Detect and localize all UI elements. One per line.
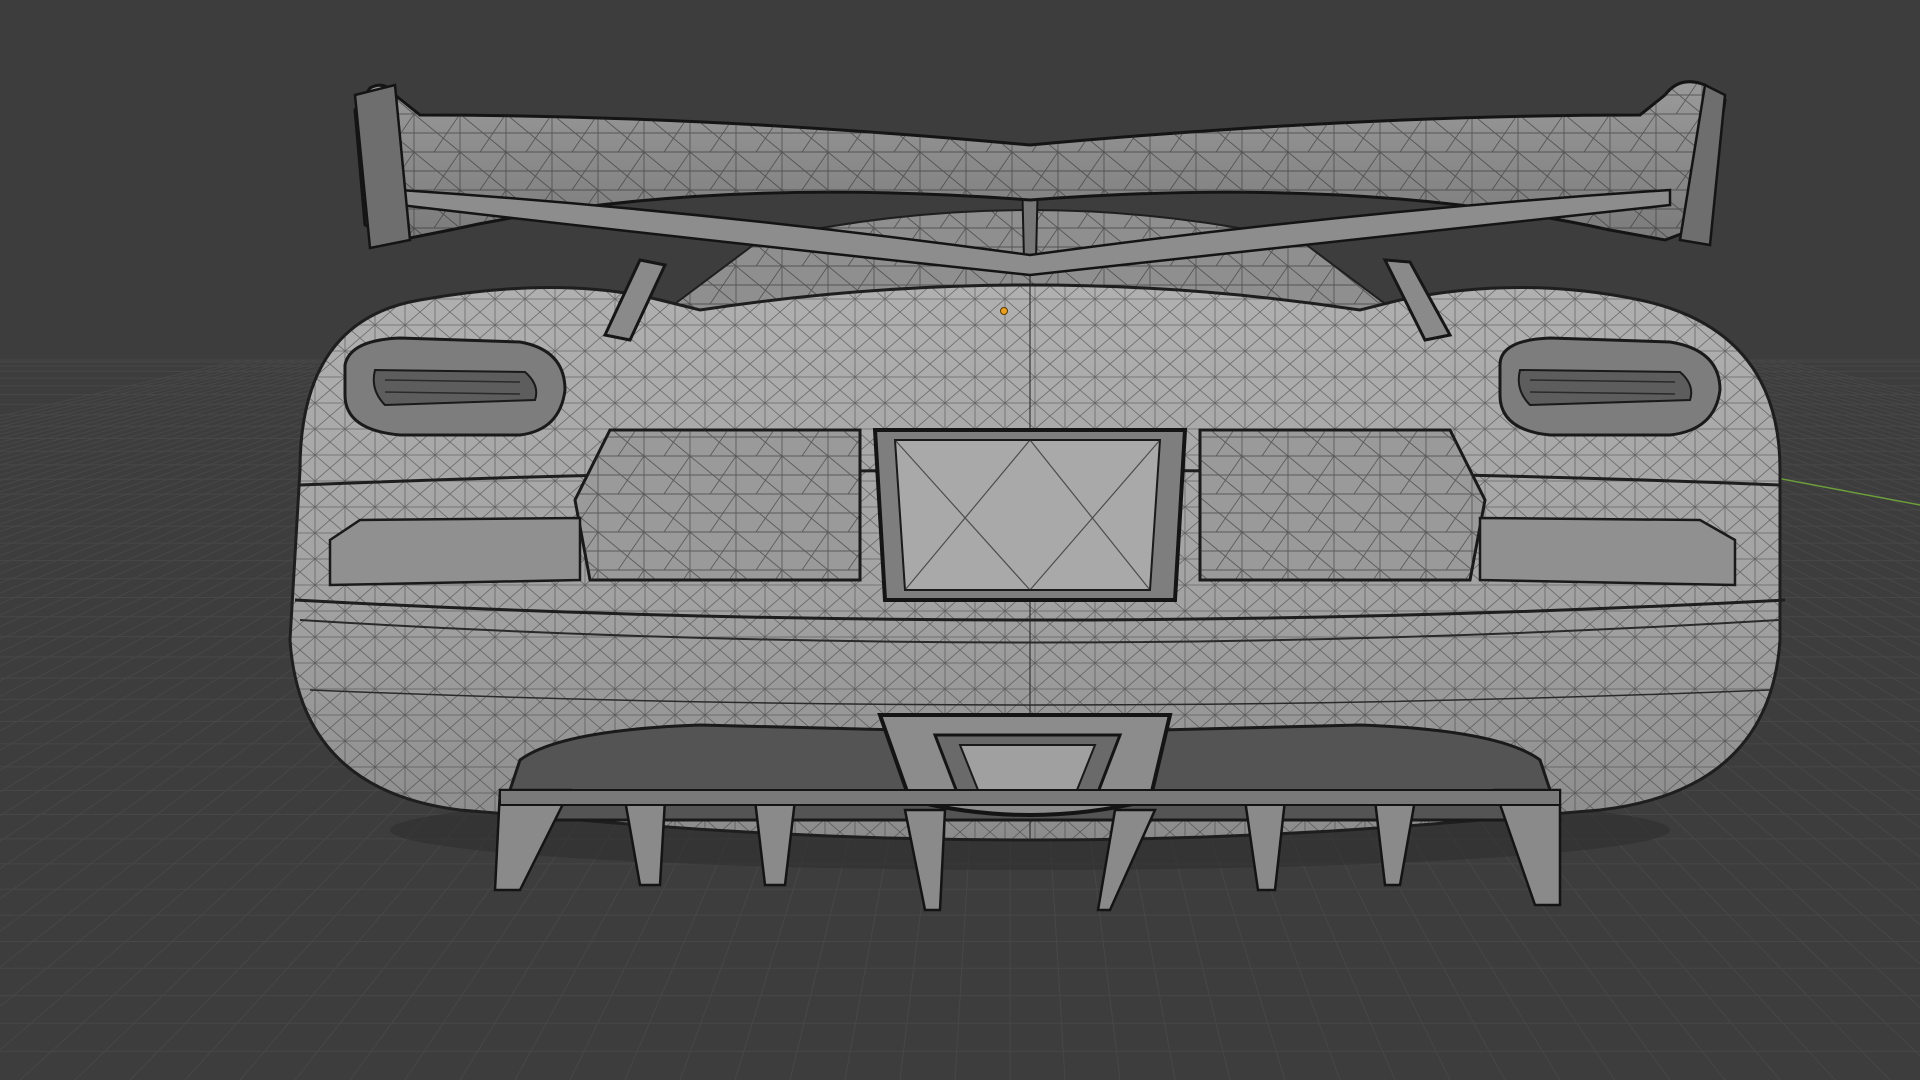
3d-viewport[interactable] xyxy=(0,0,1920,1080)
grid-line xyxy=(1757,359,1920,400)
origin-dot-icon[interactable] xyxy=(1000,307,1008,315)
viewport-canvas[interactable] xyxy=(0,0,1920,1080)
grid-line xyxy=(0,359,307,439)
tail-light-right xyxy=(1498,336,1722,437)
grid-line xyxy=(1768,359,1920,397)
grid-line xyxy=(0,359,252,421)
license-plate-recess xyxy=(872,428,1188,602)
car-rear-mesh[interactable] xyxy=(288,80,1786,912)
grid-line xyxy=(0,359,241,417)
tail-light-left xyxy=(343,336,567,437)
